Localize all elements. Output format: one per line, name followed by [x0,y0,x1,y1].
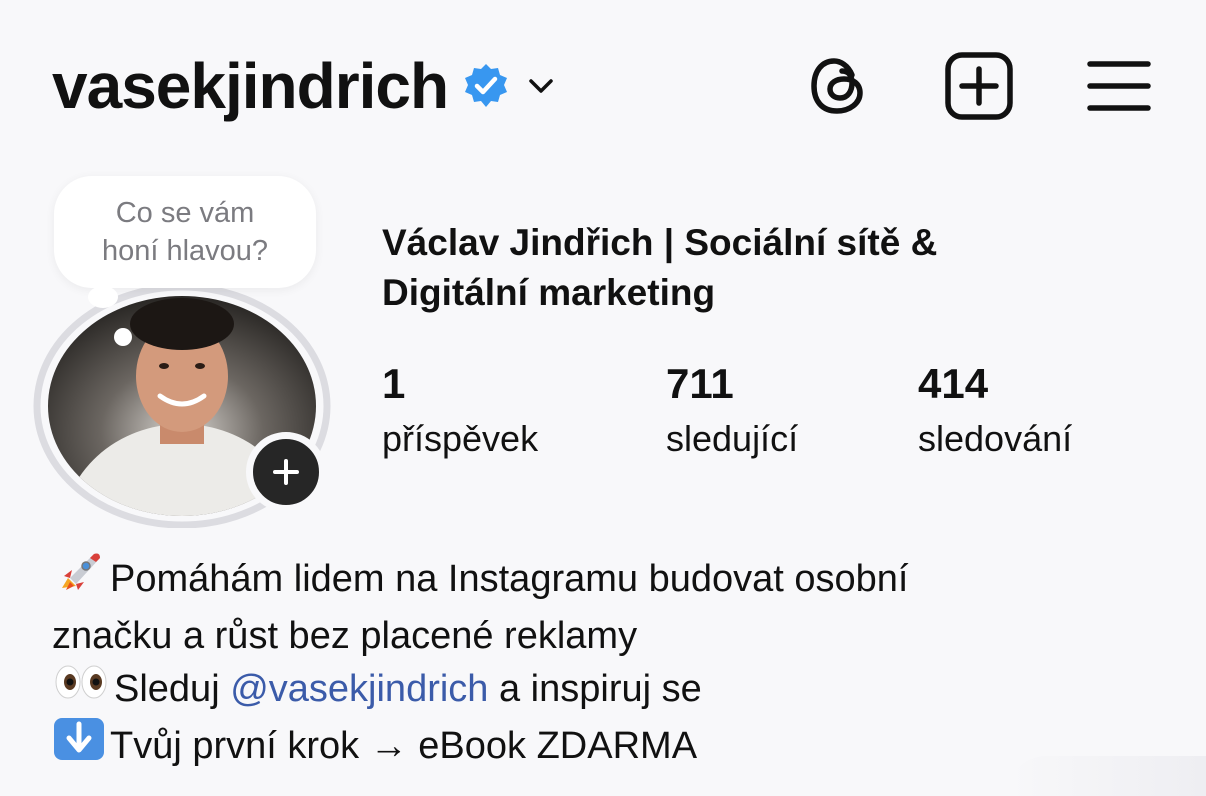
profile-avatar[interactable] [32,284,332,528]
followers-label: sledující [666,418,799,459]
followers-count: 711 [666,360,734,407]
note-text-line1: Co se vám [115,197,255,229]
bio-mention-link[interactable]: @vasekjindrich [230,663,488,715]
bottom-edge-shadow [1006,756,1206,796]
add-story-button[interactable] [246,432,326,512]
create-post-icon[interactable] [944,51,1014,121]
profile-page: vasekjindrich Co se vám honí hlavou? Vác… [0,0,1206,796]
bio-text-line3-suffix: a inspiruj se [488,668,702,710]
menu-icon[interactable] [1084,51,1154,121]
following-stat[interactable]: 414 sledování [918,358,1072,468]
chevron-down-icon[interactable] [524,74,558,98]
down-arrow-icon [52,716,106,776]
header-actions [734,44,1154,128]
posts-label: příspěvek [382,418,539,459]
bio-text-line2: značku a růst bez placené reklamy [52,615,638,657]
followers-stat[interactable]: 711 sledující [666,358,798,468]
threads-icon[interactable] [804,51,874,121]
following-label: sledování [918,418,1073,459]
eyes-icon [52,662,110,716]
bio-text-line1: Pomáhám lidem na Instagramu budovat osob… [110,558,909,600]
bio-line-4: Tvůj první krok → eBook ZDARMA [52,716,1152,776]
verified-badge-icon [462,62,510,110]
following-count: 414 [918,360,989,407]
full-name-line1: Václav Jindřich | Sociální sítě & [382,222,938,263]
username-title[interactable]: vasekjindrich [52,49,449,123]
full-name-line2: Digitální marketing [382,272,716,313]
bio-line-3: Sleduj @vasekjindrich a inspiruj se [52,662,1152,716]
bio-text-line3-prefix: Sleduj [114,668,231,710]
profile-header: vasekjindrich [52,44,558,128]
bio-line-2: značku a růst bez placené reklamy [52,610,1152,662]
bio-text-line4[interactable]: Tvůj první krok → eBook ZDARMA [110,720,697,772]
plus-icon [273,459,299,485]
posts-stat[interactable]: 1 příspěvek [382,358,538,468]
rocket-icon [52,548,106,610]
profile-bio: Pomáhám lidem na Instagramu budovat osob… [52,548,1152,776]
note-bubble[interactable]: Co se vám honí hlavou? [54,176,316,288]
note-bubble-tail-dot [114,328,132,346]
posts-count: 1 [382,360,406,407]
profile-full-name: Václav Jindřich | Sociální sítě & Digitá… [382,218,1082,318]
note-bubble-tail [88,286,118,308]
note-text-line2: honí hlavou? [101,235,269,267]
bio-line-1: Pomáhám lidem na Instagramu budovat osob… [52,548,1152,610]
